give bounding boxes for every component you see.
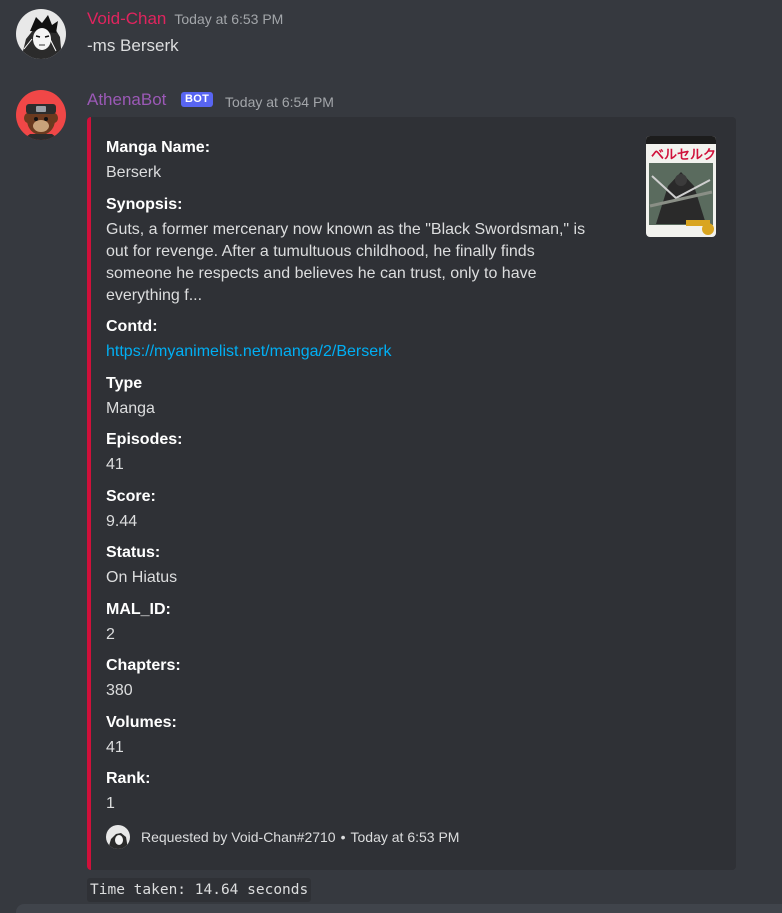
monkey-avatar-icon[interactable] <box>16 90 66 140</box>
message-content: -ms Berserk <box>87 36 179 55</box>
chat-window: Void-Chan Today at 6:53 PM -ms Berserk At… <box>0 0 782 913</box>
field-label: Volumes: <box>106 714 177 731</box>
myanimelist-link[interactable]: https://myanimelist.net/manga/2/Berserk <box>106 341 606 363</box>
field-value: Guts, a former mercenary now known as th… <box>106 221 586 304</box>
field-status: Status: On Hiatus <box>106 542 606 589</box>
field-rank: Rank: 1 <box>106 768 606 815</box>
field-value: 9.44 <box>106 513 138 530</box>
message-timestamp: Today at 6:53 PM <box>174 11 284 27</box>
field-value: On Hiatus <box>106 569 178 586</box>
footer-avatar-icon <box>106 825 130 849</box>
manga-avatar-icon[interactable] <box>16 9 66 59</box>
field-manga-name: Manga Name: Berserk <box>106 137 606 184</box>
username-text[interactable]: Void-Chan <box>87 9 166 28</box>
message-timestamp: Today at 6:54 PM <box>225 94 334 110</box>
footer-text: Requested by Void-Chan#2710 • Today at 6:5… <box>141 827 459 847</box>
field-value: 1 <box>106 795 115 812</box>
field-label: Contd: <box>106 318 158 335</box>
footer-separator: • <box>340 829 346 845</box>
field-label: Manga Name: <box>106 139 211 156</box>
field-label: Status: <box>106 544 161 561</box>
field-value: 41 <box>106 739 124 756</box>
message-input-bar[interactable] <box>16 904 782 913</box>
field-label: Rank: <box>106 770 151 787</box>
field-label: MAL_ID: <box>106 601 171 618</box>
time-taken-code: Time taken: 14.64 seconds <box>87 878 312 902</box>
svg-text:ベルセルク: ベルセルク <box>651 148 716 163</box>
embed-footer: Requested by Void-Chan#2710 • Today at 6:5… <box>106 824 706 850</box>
field-mal-id: MAL_ID: 2 <box>106 599 606 646</box>
username-void-chan[interactable]: Void-Chan Today at 6:53 PM <box>87 8 283 30</box>
field-label: Type <box>106 375 143 392</box>
field-score: Score: 9.44 <box>106 486 606 533</box>
field-contd: Contd: https://myanimelist.net/manga/2/B… <box>106 316 606 363</box>
field-label: Episodes: <box>106 431 183 448</box>
bot-tag: BOT <box>181 92 214 107</box>
field-value: Manga <box>106 400 155 417</box>
field-synopsis: Synopsis: Guts, a former mercenary now k… <box>106 194 606 307</box>
footer-requested-by: Requested by Void-Chan#2710 <box>141 829 336 845</box>
field-chapters: Chapters: 380 <box>106 655 606 702</box>
field-value: Berserk <box>106 164 162 181</box>
field-value: 2 <box>106 626 115 643</box>
field-type: Type Manga <box>106 373 606 420</box>
berserk-cover-thumbnail[interactable]: ベルセルク <box>646 136 716 237</box>
username-text[interactable]: AthenaBot <box>87 90 166 109</box>
username-athenabot[interactable]: AthenaBot <box>87 89 166 111</box>
field-label: Synopsis: <box>106 196 183 213</box>
field-label: Score: <box>106 488 156 505</box>
field-label: Chapters: <box>106 657 181 674</box>
field-episodes: Episodes: 41 <box>106 429 606 476</box>
field-volumes: Volumes: 41 <box>106 712 606 759</box>
footer-timestamp: Today at 6:53 PM <box>350 829 460 845</box>
embed-card: ベルセルク Manga Name: Berserk Synopsis: Guts… <box>87 117 736 870</box>
field-value: 380 <box>106 682 133 699</box>
field-value: 41 <box>106 456 124 473</box>
